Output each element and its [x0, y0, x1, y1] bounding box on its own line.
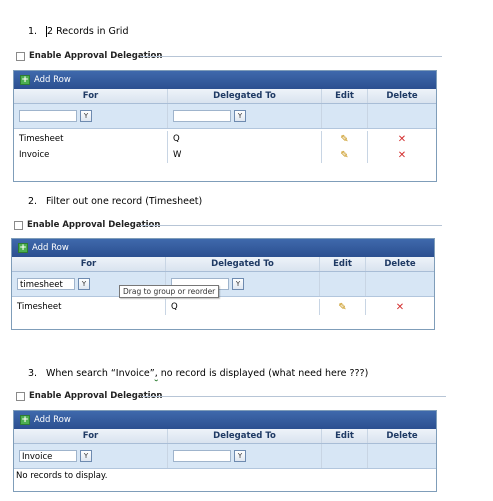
column-header-for[interactable]: For [12, 257, 166, 271]
step-number: 3. [28, 368, 38, 379]
for-filter-input[interactable]: timesheet [17, 278, 75, 290]
add-row-label: Add Row [34, 75, 71, 85]
step-1-caption: 1. 2 Records in Grid [28, 26, 128, 37]
column-header-delegated-to[interactable]: Delegated To [168, 89, 322, 103]
delete-icon[interactable]: ✕ [396, 302, 404, 313]
checkbox[interactable] [16, 391, 25, 401]
text-cursor: 2 [46, 26, 54, 37]
cell-delegated-to: Q [168, 131, 322, 147]
column-header-edit[interactable]: Edit [322, 429, 368, 443]
column-header-edit[interactable]: Edit [322, 89, 368, 103]
enable-delegation-checkbox[interactable]: Enable Approval Delegation [14, 220, 160, 230]
column-header-delete[interactable]: Delete [368, 89, 436, 103]
for-filter-input[interactable]: Invoice [19, 450, 77, 462]
divider [140, 225, 442, 226]
filter-row: Y Y [14, 104, 436, 129]
step-number: 1. [28, 26, 38, 37]
add-row-button[interactable]: + Add Row [20, 75, 71, 85]
delegation-grid-1: + Add Row For Delegated To Edit Delete Y… [13, 70, 437, 182]
column-header-delegated-to[interactable]: Delegated To [168, 429, 322, 443]
table-row[interactable]: Timesheet Q ✎ ✕ [14, 131, 436, 147]
cell-delegated-to: W [168, 147, 322, 163]
funnel-icon[interactable]: Y [234, 110, 246, 122]
divider [140, 56, 442, 57]
pencil-icon[interactable]: ✎ [340, 150, 348, 161]
column-header-delegated-to[interactable]: Delegated To [166, 257, 320, 271]
for-filter-input[interactable] [19, 110, 77, 122]
delete-icon[interactable]: ✕ [398, 150, 406, 161]
delegated-filter-input[interactable] [173, 110, 231, 122]
funnel-icon[interactable]: Y [80, 110, 92, 122]
funnel-icon[interactable]: Y [232, 278, 244, 290]
column-header-edit[interactable]: Edit [320, 257, 366, 271]
funnel-icon[interactable]: Y [78, 278, 90, 290]
pencil-icon[interactable]: ✎ [338, 302, 346, 313]
plus-icon: + [18, 243, 28, 253]
step-number: 2. [28, 196, 38, 207]
funnel-icon[interactable]: Y [80, 450, 92, 462]
delegation-grid-3: + Add Row For Delegated To Edit Delete I… [13, 410, 437, 492]
enable-delegation-checkbox[interactable]: Enable Approval Delegation [16, 391, 162, 401]
add-row-button[interactable]: + Add Row [18, 243, 69, 253]
table-row[interactable]: Invoice W ✎ ✕ [14, 147, 436, 163]
delete-icon[interactable]: ✕ [398, 134, 406, 145]
step-text: When search “Invoice” [46, 368, 155, 379]
column-header-for[interactable]: For [14, 89, 168, 103]
column-header-delete[interactable]: Delete [366, 257, 434, 271]
add-row-button[interactable]: + Add Row [20, 415, 71, 425]
column-header-for[interactable]: For [14, 429, 168, 443]
delegated-filter-input[interactable] [173, 450, 231, 462]
filter-row: Invoice Y Y [14, 444, 436, 469]
step-3-caption: 3. When search “Invoice”, no record is di… [28, 368, 368, 379]
step-text: Filter out one record (Timesheet) [46, 196, 203, 207]
cell-for: Invoice [14, 147, 168, 163]
grid-header: For Delegated To Edit Delete [14, 89, 436, 104]
add-row-label: Add Row [34, 415, 71, 425]
table-row[interactable]: Timesheet Q ✎ ✕ [12, 299, 434, 315]
grid-toolbar: + Add Row [14, 411, 436, 429]
filter-row: timesheet Y Y [12, 272, 434, 297]
grid-toolbar: + Add Row [14, 71, 436, 89]
grid-header: For Delegated To Edit Delete [14, 429, 436, 444]
grid-header: For Delegated To Edit Delete [12, 257, 434, 272]
add-row-label: Add Row [32, 243, 69, 253]
cell-for: Timesheet [14, 131, 168, 147]
divider [142, 396, 446, 397]
no-records-message: No records to display. [16, 471, 108, 481]
step-text: Records in Grid [53, 26, 129, 37]
step-text: no record is displayed (what need here ?… [157, 368, 369, 379]
cell-for: Timesheet [12, 299, 166, 315]
funnel-icon[interactable]: Y [234, 450, 246, 462]
plus-icon: + [20, 415, 30, 425]
column-header-delete[interactable]: Delete [368, 429, 436, 443]
drag-tooltip: Drag to group or reorder [119, 285, 220, 298]
step-2-caption: 2. Filter out one record (Timesheet) [28, 196, 202, 207]
plus-icon: + [20, 75, 30, 85]
delegation-grid-2: + Add Row For Delegated To Edit Delete t… [11, 238, 435, 330]
pencil-icon[interactable]: ✎ [340, 134, 348, 145]
checkbox[interactable] [14, 220, 23, 230]
cell-delegated-to: Q [166, 299, 320, 315]
checkbox[interactable] [16, 51, 25, 61]
grid-toolbar: + Add Row [12, 239, 434, 257]
